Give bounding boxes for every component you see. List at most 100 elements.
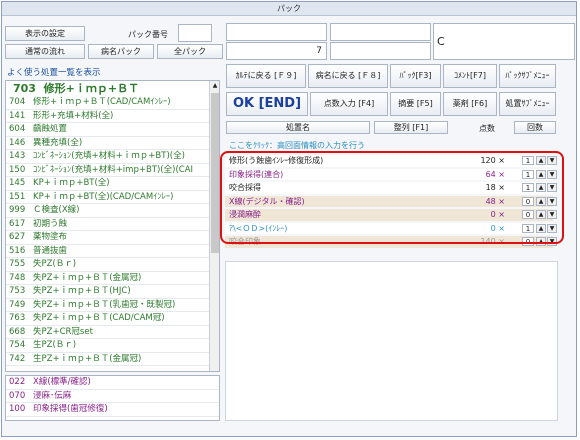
action-button-3[interactable]: ｺﾒﾝﾄ[F7] xyxy=(443,64,497,88)
pack-window: パック 表示の設定 パック番号 通常の流れ 病名パック 全パック 7 C よく使… xyxy=(1,1,577,437)
ok-end-button[interactable]: OK [END] xyxy=(226,92,308,116)
list-item[interactable]: 668 失PZ+CR冠set xyxy=(6,326,219,339)
list-item[interactable]: 604 齲蝕処置 xyxy=(6,123,219,137)
scroll-up-arrow[interactable]: ▲ xyxy=(210,81,219,91)
list-item[interactable]: 141 形形+充填+材料(全) xyxy=(6,110,219,123)
list-item[interactable]: 145 KP+ｉｍｐ+BT(全) xyxy=(6,177,219,191)
list-item-name: KP+ｉｍｐ+BT(全)(CAD/CAMｲﾝﾚｰ) xyxy=(33,191,174,202)
list-item-name: 齲蝕処置 xyxy=(33,124,68,134)
list-item[interactable]: 100 印象採得(歯冠修復) xyxy=(6,403,219,417)
favorites-header[interactable]: よく使う処置一覧を表示 xyxy=(7,66,101,78)
selected-pack-name: 修形+ｉｍｐ+ＢＴ xyxy=(43,82,140,95)
list-item-code: 755 xyxy=(9,259,26,269)
action-button-b-3[interactable]: 処置ｻﾌﾞﾒﾆｭｰ xyxy=(499,92,556,116)
scroll-thumb[interactable] xyxy=(211,93,219,253)
list-item[interactable]: 516 普通抜歯 xyxy=(6,245,219,258)
list-item-name: Ｃ検査(X線) xyxy=(33,205,80,215)
list-item-code: 604 xyxy=(9,124,26,134)
display-settings-button[interactable]: 表示の設定 xyxy=(5,26,85,41)
action-button-1[interactable]: 病名に戻る [Ｆ８] xyxy=(308,64,388,88)
list-item[interactable]: 748 失PZ+ｉｍｐ+ＢＴ(金属冠) xyxy=(6,272,219,285)
list-item[interactable]: 753 失PZ+ｉｍｐ+ＢＴ(HJC) xyxy=(6,285,219,299)
list-item[interactable]: 143 ｺﾝﾋﾞﾈｰｼｮﾝ(充填+材料+ｉｍｐ+BT)(全) xyxy=(6,150,219,164)
list-item[interactable]: 150 ｺﾝﾋﾞﾈｰｼｮﾝ(充填+材料+imp+BT)(全)(CAI xyxy=(6,164,219,177)
list-item-code: 627 xyxy=(9,232,26,242)
list-item-code: 754 xyxy=(9,340,26,350)
summary-field-1[interactable] xyxy=(226,23,327,41)
list-item-code: 748 xyxy=(9,272,26,283)
window-title: パック xyxy=(2,2,576,16)
list-item-name: 普通抜歯 xyxy=(33,245,68,256)
list-item[interactable]: 627 薬物塗布 xyxy=(6,231,219,245)
action-button-4[interactable]: ﾊﾟｯｸｻﾌﾞﾒﾆｭｰ xyxy=(499,64,556,88)
list-item-code: 022 xyxy=(9,377,26,387)
selected-pack-title[interactable]: 703 修形+ｉｍｐ+ＢＴ xyxy=(6,81,219,96)
list-item-code: 753 xyxy=(9,286,26,296)
list-item[interactable]: 070 浸麻･伝麻 xyxy=(6,390,219,403)
list-item-name: X線(標準/確認) xyxy=(33,377,91,387)
list-item[interactable]: 022 X線(標準/確認) xyxy=(6,376,219,390)
list-item[interactable]: 749 失PZ+ｉｍｐ+ＢＴ(乳歯冠・既製冠) xyxy=(6,299,219,312)
action-button-b-0[interactable]: 点数入力 [F4] xyxy=(310,92,388,116)
list-item-code: 704 xyxy=(9,97,26,107)
list-item-code: 141 xyxy=(9,110,26,121)
list-item-code: 617 xyxy=(9,218,26,229)
sort-button[interactable]: 整列 [F1] xyxy=(374,121,448,134)
list-item-name: 初期う蝕 xyxy=(33,218,68,229)
list-item-code: 516 xyxy=(9,245,26,256)
favorites-items: 704 修形+ｉｍｐ+ＢＴ(CAD/CAMｲﾝﾚｰ) 141 形形+充填+材料(全) 6… xyxy=(6,96,219,366)
list-item[interactable]: 755 失PZ(Ｂｒ) xyxy=(6,258,219,272)
list-item[interactable]: 742 生PZ+ｉｍｐ+ＢＴ(金属冠) xyxy=(6,353,219,366)
action-button-0[interactable]: ｶﾙﾃに戻る [Ｆ９] xyxy=(226,64,306,88)
code-letter-field[interactable]: C xyxy=(433,23,575,60)
list-item[interactable]: 146 異種充填(全) xyxy=(6,137,219,150)
regular-flow-button[interactable]: 通常の流れ xyxy=(5,44,85,59)
list-item-name: 浸麻･伝麻 xyxy=(33,390,72,401)
list-item-code: 749 xyxy=(9,299,26,310)
list-item-name: 失PZ+ｉｍｐ+ＢＴ(HJC) xyxy=(33,286,131,296)
list-item[interactable]: 617 初期う蝕 xyxy=(6,218,219,231)
action-button-b-2[interactable]: 薬剤 [F6] xyxy=(443,92,497,116)
summary-count-field[interactable]: 7 xyxy=(226,42,327,60)
list-item-code: 150 xyxy=(9,164,26,175)
list-item-code: 070 xyxy=(9,390,26,401)
grid-info-row[interactable]: ここをｸﾘｯｸ：高回面情報の入力を行う xyxy=(225,140,553,152)
list-item-name: 異種充填(全) xyxy=(33,137,83,148)
action-button-b-1[interactable]: 摘要 [F5] xyxy=(390,92,441,116)
list-item[interactable]: 754 生PZ(Ｂｒ) xyxy=(6,339,219,353)
pack-number-input[interactable] xyxy=(178,24,212,42)
list-item-name: ｺﾝﾋﾞﾈｰｼｮﾝ(充填+材料+ｉｍｐ+BT)(全) xyxy=(33,151,185,161)
list-item-name: 生PZ(Ｂｒ) xyxy=(33,340,77,350)
disease-pack-button[interactable]: 病名パック xyxy=(88,44,154,59)
list-item-name: 形形+充填+材料(全) xyxy=(33,110,114,121)
favorites-bottom-items: 022 X線(標準/確認) 070 浸麻･伝麻 100 印象採得(歯冠修復) xyxy=(6,376,219,417)
pack-number-label: パック番号 xyxy=(128,30,168,39)
list-item-code: 151 xyxy=(9,191,26,202)
list-item-code: 145 xyxy=(9,178,26,188)
grid-header-name[interactable]: 処置名 xyxy=(226,121,370,134)
list-item[interactable]: 151 KP+ｉｍｐ+BT(全)(CAD/CAMｲﾝﾚｰ) xyxy=(6,191,219,204)
action-button-2[interactable]: ﾊﾟｯｸ[F3] xyxy=(390,64,441,88)
summary-field-2[interactable] xyxy=(330,23,431,41)
list-item-code: 143 xyxy=(9,151,26,161)
list-item-name: 失PZ+ｉｍｐ+ＢＴ(CAD/CAM冠) xyxy=(33,313,165,323)
list-item[interactable]: 999 Ｃ検査(X線) xyxy=(6,204,219,218)
favorites-list[interactable]: 703 修形+ｉｍｐ+ＢＴ 704 修形+ｉｍｐ+ＢＴ(CAD/CAMｲﾝﾚｰ) 1… xyxy=(5,80,220,372)
list-item-name: 失PZ+ｉｍｐ+ＢＴ(金属冠) xyxy=(33,272,142,283)
list-item-code: 742 xyxy=(9,353,26,364)
list-item-name: 修形+ｉｍｐ+ＢＴ(CAD/CAMｲﾝﾚｰ) xyxy=(33,97,171,107)
grid-header-points: 点数 xyxy=(479,124,495,133)
list-item-name: KP+ｉｍｐ+BT(全) xyxy=(33,178,110,188)
highlight-box xyxy=(220,151,564,244)
list-item[interactable]: 704 修形+ｉｍｐ+ＢＴ(CAD/CAMｲﾝﾚｰ) xyxy=(6,96,219,110)
list-item-name: 薬物塗布 xyxy=(33,232,68,242)
grid-header-count[interactable]: 回数 xyxy=(514,121,556,134)
all-pack-button[interactable]: 全パック xyxy=(157,44,223,59)
list-item[interactable]: 763 失PZ+ｉｍｐ+ＢＴ(CAD/CAM冠) xyxy=(6,312,219,326)
favorites-bottom-list[interactable]: 022 X線(標準/確認) 070 浸麻･伝麻 100 印象採得(歯冠修復) xyxy=(5,375,220,421)
list-item-code: 146 xyxy=(9,137,26,148)
list-item-name: 失PZ+ｉｍｐ+ＢＴ(乳歯冠・既製冠) xyxy=(33,299,176,310)
summary-field-4[interactable] xyxy=(330,42,431,60)
favorites-scrollbar[interactable]: ▲ xyxy=(209,81,219,371)
list-item-code: 999 xyxy=(9,205,26,215)
